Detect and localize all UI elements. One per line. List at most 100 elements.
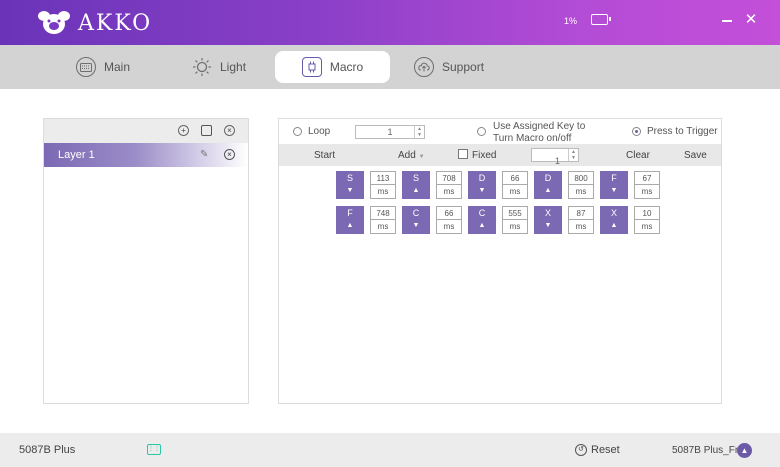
loop-count-stepper[interactable]: 1 ▲ ▼ — [355, 125, 425, 139]
press-trigger-radio[interactable] — [632, 127, 641, 136]
macro-delay-value: 800 — [569, 172, 593, 185]
add-label: Add — [398, 150, 416, 161]
macro-delay-field[interactable]: 748 ms — [370, 206, 396, 234]
macro-delay-unit: ms — [443, 222, 455, 231]
macro-delay-field[interactable]: 800 ms — [568, 171, 594, 199]
assigned-key-radio[interactable] — [477, 127, 486, 136]
macro-delay-unit: ms — [509, 222, 521, 231]
macro-editor: Loop 1 ▲ ▼ Use Assigned Key to Turn Macro… — [278, 118, 722, 404]
macro-key-step[interactable]: D ▼ — [468, 171, 496, 199]
folder-icon[interactable] — [201, 125, 212, 136]
macro-key-label: D — [478, 173, 486, 183]
macro-delay-field[interactable]: 555 ms — [502, 206, 528, 234]
sun-icon — [192, 57, 212, 77]
macro-key-label: X — [544, 208, 551, 218]
tab-macro-label: Macro — [329, 60, 364, 74]
tab-support[interactable]: Support — [404, 51, 494, 83]
macro-delay-unit: ms — [575, 187, 587, 196]
macro-key-label: X — [610, 208, 617, 218]
brand-name: AKKO — [78, 10, 153, 36]
macro-key-step[interactable]: D ▲ — [534, 171, 562, 199]
tab-macro[interactable]: Macro — [275, 51, 390, 83]
loop-count-value: 1 — [387, 127, 393, 137]
layer-item-label: Layer 1 — [58, 149, 95, 161]
tab-light[interactable]: Light — [182, 51, 256, 83]
macro-key-step[interactable]: F ▼ — [600, 171, 628, 199]
macro-key-label: S — [412, 173, 419, 183]
add-layer-button[interactable]: + — [178, 125, 189, 136]
keyboard-connected-icon: ⋮⋮ — [147, 444, 161, 455]
fixed-checkbox[interactable] — [458, 149, 468, 159]
macro-delay-field[interactable]: 87 ms — [568, 206, 594, 234]
battery-percentage: 1% — [564, 16, 578, 26]
macro-key-step[interactable]: S ▼ — [336, 171, 364, 199]
layer-item[interactable]: Layer 1 ✎ × — [44, 143, 248, 167]
delete-layer-button[interactable]: × — [224, 125, 235, 136]
start-button[interactable]: Start — [314, 150, 335, 161]
reset-icon: ↺ — [575, 444, 587, 456]
pencil-icon[interactable]: ✎ — [200, 149, 208, 160]
stepper-arrows-icon[interactable]: ▲ ▼ — [568, 149, 578, 161]
macro-delay-value: 708 — [437, 172, 461, 185]
arrow-up-icon: ▲ — [478, 222, 486, 229]
clear-button[interactable]: Clear — [626, 150, 650, 161]
assigned-key-label: Use Assigned Key to Turn Macro on/off — [493, 121, 586, 144]
macro-toolbar: Start Add ▼ Fixed 1 ▲ ▼ Clear Save — [279, 144, 721, 166]
macro-delay-unit: ms — [641, 222, 653, 231]
battery-icon — [591, 14, 611, 25]
macro-key-step[interactable]: X ▼ — [534, 206, 562, 234]
cloud-upload-icon — [414, 57, 434, 77]
macro-key-label: F — [347, 208, 353, 218]
arrow-up-icon: ▲ — [544, 187, 552, 194]
save-button[interactable]: Save — [684, 150, 707, 161]
title-bar: AKKO 1% ✕ — [0, 0, 780, 45]
macro-delay-unit: ms — [377, 187, 389, 196]
akko-logo: AKKO — [36, 8, 176, 38]
add-dropdown[interactable]: Add ▼ — [398, 150, 425, 161]
keyboard-icon — [76, 57, 96, 77]
remove-layer-icon[interactable]: × — [224, 149, 235, 160]
macro-key-label: C — [478, 208, 486, 218]
macro-delay-value: 748 — [371, 207, 395, 220]
macro-delay-field[interactable]: 67 ms — [634, 171, 660, 199]
macro-delay-field[interactable]: 708 ms — [436, 171, 462, 199]
firmware-model: 5087B Plus_Fn — [672, 445, 741, 456]
loop-radio[interactable] — [293, 127, 302, 136]
macro-delay-unit: ms — [509, 187, 521, 196]
macro-delay-unit: ms — [377, 222, 389, 231]
stepper-arrows-icon[interactable]: ▲ ▼ — [414, 126, 424, 138]
macro-key-step[interactable]: X ▲ — [600, 206, 628, 234]
chip-icon — [301, 57, 322, 77]
macro-delay-unit: ms — [641, 187, 653, 196]
arrow-up-icon: ▲ — [412, 187, 420, 194]
reset-button[interactable]: ↺ Reset — [575, 444, 620, 456]
chevron-down-icon: ▼ — [418, 154, 425, 160]
macro-key-label: C — [412, 208, 420, 218]
press-trigger-label: Press to Trigger — [647, 126, 718, 137]
macro-delay-field[interactable]: 10 ms — [634, 206, 660, 234]
tab-main[interactable]: Main — [66, 51, 140, 83]
fixed-delay-stepper[interactable]: 1 ▲ ▼ — [531, 148, 579, 166]
macro-delay-unit: ms — [443, 187, 455, 196]
macro-delay-field[interactable]: 66 ms — [436, 206, 462, 234]
macro-delay-value: 66 — [503, 172, 527, 185]
minimize-button[interactable] — [722, 20, 732, 22]
layer-panel-header: + × — [44, 119, 248, 143]
macro-options: Loop 1 ▲ ▼ Use Assigned Key to Turn Macro… — [279, 119, 721, 144]
macro-delay-value: 113 — [371, 172, 395, 185]
macro-key-label: S — [346, 173, 353, 183]
macro-key-step[interactable]: C ▼ — [402, 206, 430, 234]
macro-delay-field[interactable]: 66 ms — [502, 171, 528, 199]
upgrade-button[interactable]: ▲ — [737, 443, 752, 458]
macro-key-label: D — [544, 173, 552, 183]
layer-panel: + × Layer 1 ✎ × — [43, 118, 249, 404]
macro-key-step[interactable]: F ▲ — [336, 206, 364, 234]
macro-key-step[interactable]: C ▲ — [468, 206, 496, 234]
macro-key-step[interactable]: S ▲ — [402, 171, 430, 199]
close-button[interactable]: ✕ — [743, 12, 759, 28]
arrow-down-icon: ▼ — [544, 222, 552, 229]
macro-delay-value: 66 — [437, 207, 461, 220]
macro-delay-value: 67 — [635, 172, 659, 185]
fixed-label: Fixed — [472, 150, 497, 161]
macro-delay-field[interactable]: 113 ms — [370, 171, 396, 199]
